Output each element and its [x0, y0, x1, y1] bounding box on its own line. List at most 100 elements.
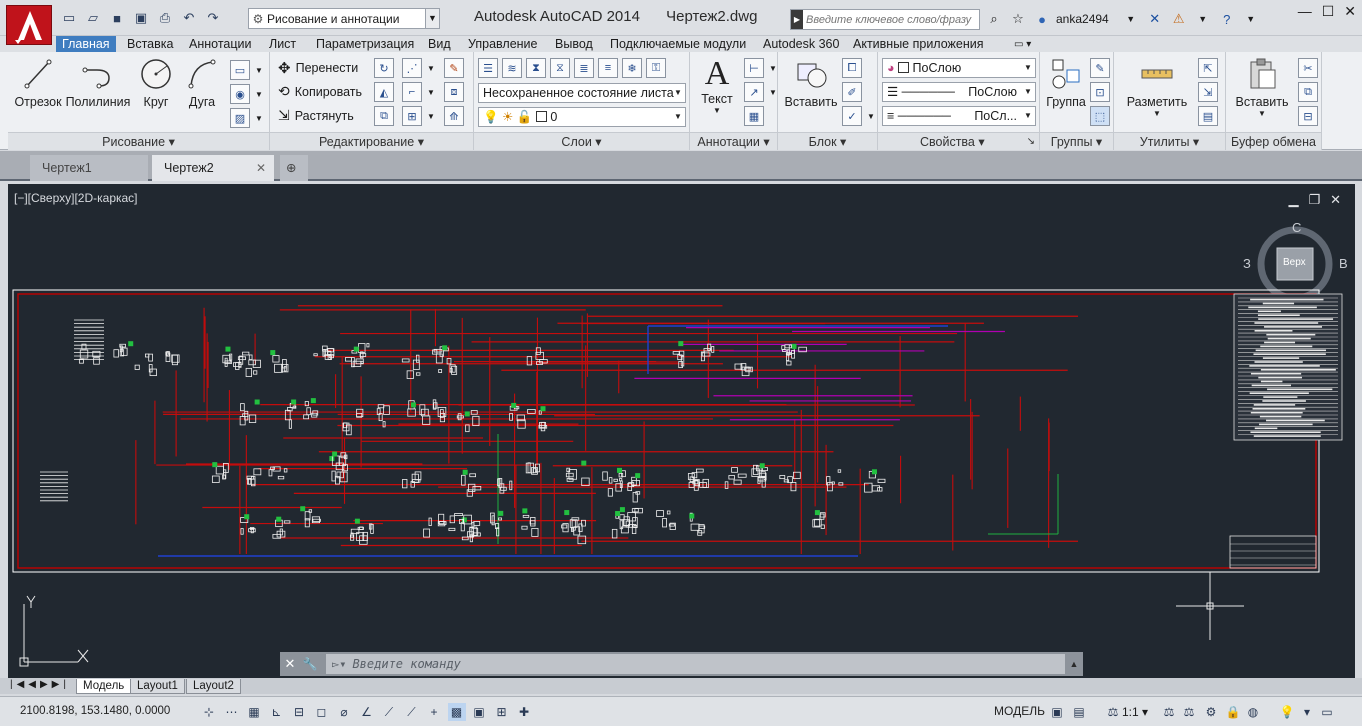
model-space-toggle[interactable]: МОДЕЛЬ: [994, 704, 1045, 718]
panel-block-title[interactable]: Блок ▾: [778, 132, 877, 150]
quick-properties-icon[interactable]: ▣: [470, 703, 488, 721]
layout-tab-layout1[interactable]: Layout1: [130, 679, 185, 694]
grid-icon[interactable]: ▦: [245, 703, 263, 721]
binoculars-icon[interactable]: ⌕: [984, 9, 1004, 29]
search-input[interactable]: [803, 11, 975, 28]
auto-scale-icon[interactable]: ⚖: [1180, 703, 1198, 721]
drawing-area[interactable]: [−][Сверху][2D-каркас] ▁ ❐ ✕ С З В Верх: [8, 184, 1355, 678]
dynamic-ucs-icon[interactable]: ⟋: [380, 703, 398, 721]
move-button[interactable]: ✥ Перенести: [278, 59, 358, 77]
mirror-button[interactable]: ◭: [374, 82, 394, 102]
quick-view-layouts-icon[interactable]: ▣: [1048, 703, 1066, 721]
close-tab-icon[interactable]: ✕: [256, 155, 266, 181]
insert-block-button[interactable]: Вставить: [784, 56, 838, 109]
group-select-button[interactable]: ⬚: [1090, 106, 1110, 126]
help-icon[interactable]: ?: [1217, 9, 1237, 29]
arc-button[interactable]: Дуга: [180, 56, 224, 109]
transparency-icon[interactable]: ▩: [447, 703, 466, 721]
coordinates-readout[interactable]: 2100.8198, 153.1480, 0.0000: [20, 705, 170, 717]
annotation-scale-value[interactable]: 1:1 ▾: [1122, 705, 1148, 719]
panel-properties-title[interactable]: Свойства ▾ ↘: [878, 132, 1039, 150]
expand-search-icon[interactable]: ▶: [791, 10, 803, 29]
lock-ui-icon[interactable]: 🔒: [1224, 703, 1242, 721]
tab-home[interactable]: Главная: [56, 36, 116, 53]
ribbon-toggle-icon[interactable]: ▭ ▾: [1008, 36, 1037, 53]
tab-parametric[interactable]: Параметризация: [310, 36, 420, 53]
search-box[interactable]: ▶: [790, 9, 980, 30]
3d-snap-icon[interactable]: ⌀: [335, 703, 353, 721]
measure-button[interactable]: Разметить ▼: [1124, 56, 1190, 118]
ortho-icon[interactable]: ⊾: [268, 703, 286, 721]
layer-match-icon[interactable]: ⧗: [526, 58, 546, 78]
attribute-button[interactable]: ✓ ▼: [842, 106, 875, 126]
new-file-icon[interactable]: ▭: [58, 8, 80, 28]
history-up-icon[interactable]: ▲: [1065, 659, 1083, 669]
user-name[interactable]: anka2494: [1056, 12, 1109, 26]
tab-autodesk360[interactable]: Autodesk 360: [757, 36, 845, 53]
infer-constraints-icon[interactable]: ⊹: [200, 703, 218, 721]
layer-state-select[interactable]: Несохраненное состояние листа ▼: [478, 83, 686, 103]
copy-button[interactable]: ⟲ Копировать: [278, 83, 362, 100]
layer-isolate-icon[interactable]: ≣: [574, 58, 594, 78]
leader-button[interactable]: ↗ ▼: [744, 82, 777, 102]
select-all-button[interactable]: ⇲: [1198, 82, 1218, 102]
panel-draw-title[interactable]: Рисование ▾: [8, 132, 269, 150]
tab-manage[interactable]: Управление: [462, 36, 544, 53]
linetype-select[interactable]: ☰ ────── ПоСлою ▼: [882, 82, 1036, 102]
layer-properties-icon[interactable]: ☰: [478, 58, 498, 78]
open-file-icon[interactable]: ▱: [82, 8, 104, 28]
close-icon[interactable]: ✕: [1344, 3, 1356, 20]
exchange-icon[interactable]: ✕: [1145, 9, 1165, 29]
rotate-button[interactable]: ↻: [374, 58, 394, 78]
calculator-button[interactable]: ▤: [1198, 106, 1218, 126]
tab-plugins[interactable]: Подключаемые модули: [604, 36, 752, 53]
offset-button[interactable]: ⟰: [444, 106, 464, 126]
chevron-down-icon[interactable]: ▼: [1193, 9, 1213, 29]
layer-previous-icon[interactable]: ⧖: [550, 58, 570, 78]
lineweight-icon[interactable]: +: [425, 703, 443, 721]
panel-utilities-title[interactable]: Утилиты ▾: [1114, 132, 1225, 150]
erase-button[interactable]: ✎: [444, 58, 464, 78]
fillet-button[interactable]: ⌐ ▼: [402, 82, 435, 102]
ellipse-button[interactable]: ◉ ▼: [230, 84, 263, 104]
tab-view[interactable]: Вид: [422, 36, 457, 53]
dynamic-input-icon[interactable]: ⟋: [403, 703, 421, 721]
object-tracking-icon[interactable]: ∠: [358, 703, 376, 721]
save-icon[interactable]: ■: [106, 8, 128, 28]
tab-insert[interactable]: Вставка: [121, 36, 179, 53]
close-icon[interactable]: ✕: [280, 656, 300, 672]
layer-unisolate-icon[interactable]: ≡: [598, 58, 618, 78]
layer-lock-icon[interactable]: ⚿: [646, 58, 666, 78]
panel-clipboard-title[interactable]: Буфер обмена: [1226, 132, 1321, 150]
chevron-down-icon[interactable]: ▼: [425, 9, 439, 28]
table-button[interactable]: ▦: [744, 106, 764, 126]
chevron-down-icon[interactable]: ▼: [1241, 9, 1261, 29]
chevron-down-icon[interactable]: ▼: [1121, 9, 1141, 29]
quick-view-drawings-icon[interactable]: ▤: [1070, 703, 1088, 721]
application-menu-button[interactable]: [6, 5, 52, 45]
layer-freeze-icon[interactable]: ❄: [622, 58, 642, 78]
doc-tab-drawing1[interactable]: Чертеж1: [30, 155, 148, 181]
tab-output[interactable]: Вывод: [549, 36, 599, 53]
text-button[interactable]: A Текст ▼: [694, 56, 740, 116]
line-button[interactable]: Отрезок: [13, 56, 63, 109]
selection-cycling-icon[interactable]: ⊞: [493, 703, 511, 721]
group-button[interactable]: Группа: [1042, 56, 1090, 109]
tab-annotate[interactable]: Аннотации: [183, 36, 257, 53]
doc-tab-drawing2[interactable]: Чертеж2 ✕: [152, 155, 274, 181]
panel-groups-title[interactable]: Группы ▾: [1040, 132, 1113, 150]
annotation-visibility-icon[interactable]: ⚖: [1160, 703, 1178, 721]
layout-tab-layout2[interactable]: Layout2: [186, 679, 241, 694]
snap-mode-icon[interactable]: ⋯: [223, 703, 241, 721]
layer-select[interactable]: 💡 ☀ 🔓 0 ▼: [478, 107, 686, 127]
rectangle-button[interactable]: ▭ ▼: [230, 60, 263, 80]
circle-button[interactable]: Круг: [134, 56, 178, 109]
polyline-button[interactable]: Полилиния: [64, 56, 132, 109]
paste-button[interactable]: Вставить ▼: [1232, 56, 1292, 118]
connect-icon[interactable]: ⚠: [1169, 9, 1189, 29]
wrench-icon[interactable]: 🔧: [300, 657, 320, 671]
polar-icon[interactable]: ⊟: [290, 703, 308, 721]
annotation-scale-icon[interactable]: ⚖: [1104, 703, 1122, 721]
copy-clip-button[interactable]: ⧉: [1298, 82, 1318, 102]
redo-icon[interactable]: ↷: [202, 8, 224, 28]
